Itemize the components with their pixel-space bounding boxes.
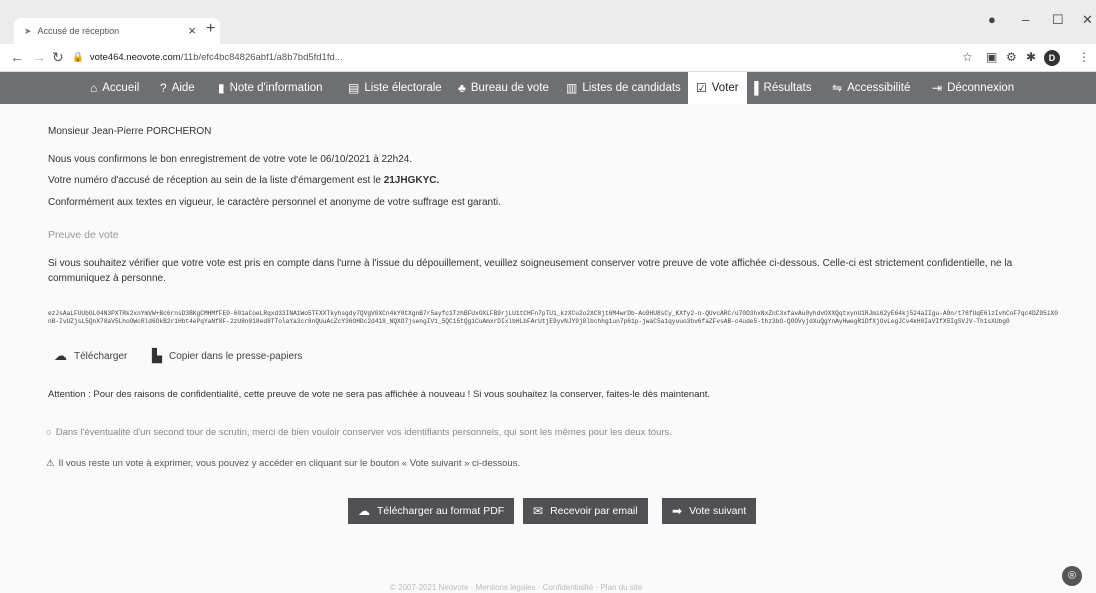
- candidates-icon: ▥: [566, 81, 578, 95]
- nav-deconnexion[interactable]: ⇥ Déconnexion: [932, 72, 1014, 104]
- email-icon: ✉: [533, 504, 544, 518]
- close-window-icon[interactable]: ✕: [1082, 12, 1093, 28]
- logout-icon: ⇥: [932, 81, 943, 95]
- settings-extension-icon[interactable]: ⚙: [1006, 50, 1017, 64]
- profile-avatar[interactable]: D: [1044, 50, 1060, 66]
- info-icon: ○: [46, 427, 52, 438]
- document-icon: ▮: [218, 81, 225, 95]
- clipboard-icon: ▙: [152, 348, 162, 363]
- nav-liste-electorale[interactable]: ▤ Liste électorale: [348, 72, 442, 104]
- nav-voter[interactable]: ☑ Voter: [688, 72, 747, 104]
- browser-menu-dot-icon[interactable]: ●: [988, 12, 996, 27]
- site-navigation: ⌂ Accueil ? Aide ▮ Note d'information ▤ List…: [0, 72, 1096, 104]
- confirmation-text: Nous vous confirmons le bon enregistreme…: [48, 154, 413, 165]
- accessibility-fab-icon[interactable]: ®: [1062, 566, 1082, 586]
- bar-chart-icon: ▐: [750, 81, 759, 95]
- proof-intro: Si vous souhaitez vérifier que votre vot…: [48, 258, 1013, 284]
- lock-icon: 🔒: [72, 52, 84, 63]
- browser-tab-bar: ➤ Accusé de réception × + ● – ☐ ✕: [0, 0, 1096, 44]
- confidentiality-text: Conformément aux textes en vigueur, le c…: [48, 197, 501, 208]
- next-vote-note: ⚠ Il vous reste un vote à exprimer, vous …: [46, 458, 521, 469]
- ballot-icon: ☑: [696, 81, 707, 95]
- tab-title: Accusé de réception: [37, 26, 120, 36]
- star-icon[interactable]: ☆: [962, 50, 973, 64]
- reload-icon[interactable]: ↻: [52, 49, 64, 66]
- back-icon[interactable]: ←: [10, 49, 24, 65]
- new-tab-button[interactable]: +: [206, 20, 215, 38]
- people-icon: ♣: [458, 81, 466, 95]
- nav-bureau-de-vote[interactable]: ♣ Bureau de vote: [458, 72, 549, 104]
- accessibility-icon: ⇋: [832, 81, 843, 95]
- minimize-icon[interactable]: –: [1022, 12, 1029, 27]
- nav-note-information[interactable]: ▮ Note d'information: [218, 72, 323, 104]
- proof-title: Preuve de vote: [48, 229, 119, 241]
- address-bar-row: ← → ↻ 🔒 vote464.neovote.com/11b/efc4bc848…: [0, 44, 1096, 72]
- list-icon: ▤: [348, 81, 360, 95]
- second-round-note: ○ Dans l'éventualité d'un second tour de …: [46, 427, 672, 438]
- nav-aide[interactable]: ? Aide: [160, 72, 195, 104]
- tab-favicon-icon: ➤: [24, 25, 32, 36]
- nav-resultats[interactable]: ▐ Résultats: [750, 72, 811, 104]
- copy-clipboard-link[interactable]: ▙ Copier dans le presse-papiers: [152, 348, 302, 364]
- salutation: Monsieur Jean-Pierre PORCHERON: [48, 126, 212, 137]
- receipt-text: Votre numéro d'accusé de réception au se…: [48, 175, 440, 186]
- download-icon: ☁: [54, 348, 67, 363]
- download-cloud-icon: ☁: [358, 504, 370, 518]
- nav-listes-candidats[interactable]: ▥ Listes de candidats: [566, 72, 681, 104]
- download-pdf-button[interactable]: ☁ Télécharger au format PDF: [348, 498, 515, 524]
- tab-close-icon[interactable]: ×: [188, 23, 196, 38]
- warning-icon: ⚠: [46, 458, 55, 469]
- extension-icon[interactable]: ▣: [986, 50, 997, 64]
- nav-accueil[interactable]: ⌂ Accueil: [90, 72, 139, 104]
- home-icon: ⌂: [90, 81, 98, 95]
- download-link[interactable]: ☁ Télécharger: [54, 348, 127, 364]
- receipt-code: 21JHGKYC.: [383, 175, 440, 186]
- warning-text: Attention : Pour des raisons de confiden…: [48, 389, 711, 400]
- help-icon: ?: [160, 81, 167, 95]
- footer-text: © 2007-2021 Neovote · Mentions légales ·…: [390, 583, 643, 592]
- arrow-right-icon: ➡: [672, 504, 683, 518]
- vote-proof-text: ezJsAaLFUUbGL04N3PXTRk2xnYmVW+Bc6rnsD3BK…: [48, 310, 1058, 325]
- more-menu-icon[interactable]: ⋮: [1078, 50, 1090, 64]
- receive-email-button[interactable]: ✉ Recevoir par email: [523, 498, 648, 524]
- maximize-icon[interactable]: ☐: [1052, 12, 1064, 28]
- browser-tab[interactable]: ➤ Accusé de réception ×: [14, 18, 220, 44]
- forward-icon[interactable]: →: [32, 49, 46, 65]
- puzzle-icon[interactable]: ✱: [1026, 50, 1036, 64]
- url-input[interactable]: 🔒 vote464.neovote.com/11b/efc4bc84826abf1…: [72, 52, 942, 66]
- next-vote-button[interactable]: ➡ Vote suivant: [662, 498, 757, 524]
- nav-accessibilite[interactable]: ⇋ Accessibilité: [832, 72, 910, 104]
